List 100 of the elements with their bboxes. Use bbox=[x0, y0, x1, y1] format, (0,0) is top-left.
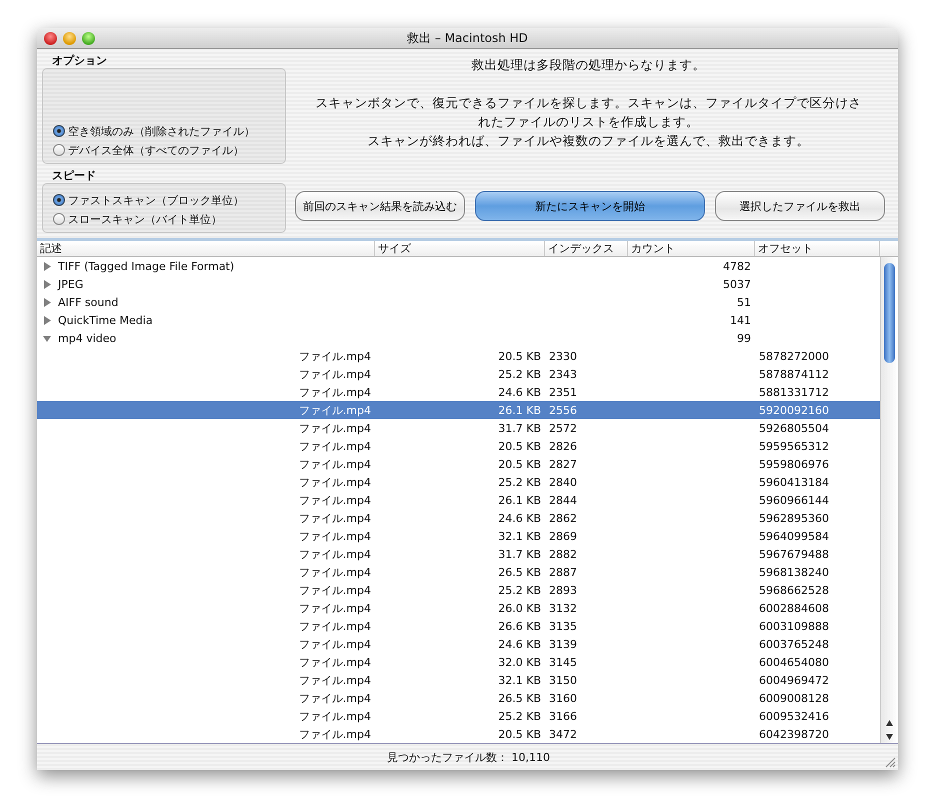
table-cell: 2893 bbox=[549, 584, 577, 596]
file-row[interactable]: ファイル.mp4 25.2 KB 2840 5960413184 bbox=[37, 473, 880, 491]
file-row[interactable]: ファイル.mp4 24.6 KB 2862 5962895360 bbox=[37, 509, 880, 527]
file-row[interactable]: ファイル.mp4 26.1 KB 2556 5920092160 bbox=[37, 401, 880, 419]
file-row[interactable]: ファイル.mp4 25.2 KB 2893 5968662528 bbox=[37, 581, 880, 599]
table-cell: 24.6 KB bbox=[498, 512, 541, 524]
window-title: 救出 – Macintosh HD bbox=[407, 30, 528, 46]
scroll-down-icon[interactable] bbox=[885, 733, 894, 741]
action-button[interactable]: 前回のスキャン結果を読み込む bbox=[295, 191, 465, 221]
file-row[interactable]: ファイル.mp4 26.5 KB 2887 5968138240 bbox=[37, 563, 880, 581]
table-cell: 6003109888 bbox=[759, 620, 829, 632]
table-cell: ファイル.mp4 bbox=[298, 384, 371, 400]
file-row[interactable]: ファイル.mp4 24.6 KB 2351 5881331712 bbox=[37, 383, 880, 401]
table-cell: 2862 bbox=[549, 512, 577, 524]
table-cell: 3160 bbox=[549, 692, 577, 704]
table-cell: ファイル.mp4 bbox=[298, 672, 371, 688]
file-row[interactable]: ファイル.mp4 31.7 KB 2572 5926805504 bbox=[37, 419, 880, 437]
file-row[interactable]: ファイル.mp4 20.5 KB 2826 5959565312 bbox=[37, 437, 880, 455]
disclosure-icon[interactable] bbox=[43, 316, 52, 324]
action-button[interactable]: 新たにスキャンを開始 bbox=[475, 191, 705, 221]
file-row[interactable]: ファイル.mp4 31.7 KB 2882 5967679488 bbox=[37, 545, 880, 563]
scroll-up-icon[interactable] bbox=[885, 719, 894, 727]
file-row[interactable]: ファイル.mp4 32.0 KB 3145 6004654080 bbox=[37, 653, 880, 671]
file-row[interactable]: ファイル.mp4 20.5 KB 2827 5959806976 bbox=[37, 455, 880, 473]
table-cell: 3135 bbox=[549, 620, 577, 632]
column-header[interactable]: サイズ bbox=[375, 241, 545, 256]
resize-grip-icon[interactable] bbox=[885, 757, 896, 768]
table-cell: ファイル.mp4 bbox=[298, 636, 371, 652]
table-cell: 25.2 KB bbox=[498, 368, 541, 380]
table-cell: 5878874112 bbox=[759, 368, 829, 380]
table-cell: 3139 bbox=[549, 638, 577, 650]
column-header[interactable]: 記述 bbox=[37, 241, 375, 256]
radio-option[interactable]: スロースキャン（バイト単位） bbox=[53, 211, 275, 227]
table-cell: ファイル.mp4 bbox=[298, 402, 371, 418]
table-cell: 25.2 KB bbox=[498, 710, 541, 722]
table-cell: 32.1 KB bbox=[498, 674, 541, 686]
disclosure-icon[interactable] bbox=[43, 334, 52, 342]
category-name: JPEG bbox=[58, 278, 84, 290]
zoom-button[interactable] bbox=[82, 32, 95, 44]
table-cell: 6004969472 bbox=[759, 674, 829, 686]
table-cell: ファイル.mp4 bbox=[298, 510, 371, 526]
table-cell: ファイル.mp4 bbox=[298, 600, 371, 616]
table-cell: 6002884608 bbox=[759, 602, 829, 614]
group-label: オプション bbox=[51, 53, 108, 68]
file-row[interactable]: ファイル.mp4 32.1 KB 2869 5964099584 bbox=[37, 527, 880, 545]
file-row[interactable]: ファイル.mp4 25.2 KB 3166 6009532416 bbox=[37, 707, 880, 725]
action-button[interactable]: 選択したファイルを救出 bbox=[715, 191, 885, 221]
table-cell: 31.7 KB bbox=[498, 422, 541, 434]
table-cell: ファイル.mp4 bbox=[298, 654, 371, 670]
scroll-thumb[interactable] bbox=[884, 263, 895, 363]
radio-option[interactable]: デバイス全体（すべてのファイル） bbox=[53, 142, 275, 158]
table-cell: 5959806976 bbox=[759, 458, 829, 470]
table-cell: 20.5 KB bbox=[498, 458, 541, 470]
table-cell: ファイル.mp4 bbox=[298, 726, 371, 742]
disclosure-icon[interactable] bbox=[43, 280, 52, 288]
file-row[interactable]: ファイル.mp4 32.1 KB 3150 6004969472 bbox=[37, 671, 880, 689]
intro-text: スキャンボタンで、復元できるファイルを探します。スキャンは、ファイルタイプで区分けされたファイルのリストを作成します。 bbox=[314, 94, 862, 131]
table-cell: 24.6 KB bbox=[498, 638, 541, 650]
table-cell: 3150 bbox=[549, 674, 577, 686]
table-cell: 5959565312 bbox=[759, 440, 829, 452]
column-header[interactable]: カウント bbox=[628, 241, 755, 256]
table-cell: ファイル.mp4 bbox=[298, 618, 371, 634]
table-cell: 20.5 KB bbox=[498, 350, 541, 362]
scrollbar[interactable] bbox=[880, 257, 898, 743]
table-cell: 2869 bbox=[549, 530, 577, 542]
column-header[interactable]: インデックス bbox=[545, 241, 628, 256]
category-name: mp4 video bbox=[58, 332, 116, 344]
file-row[interactable]: ファイル.mp4 20.5 KB 3472 6042398720 bbox=[37, 725, 880, 743]
file-row[interactable]: ファイル.mp4 26.6 KB 3135 6003109888 bbox=[37, 617, 880, 635]
table-cell: 5967679488 bbox=[759, 548, 829, 560]
minimize-button[interactable] bbox=[63, 32, 76, 44]
table-cell: 2343 bbox=[549, 368, 577, 380]
table-cell: 26.1 KB bbox=[498, 404, 541, 416]
file-row[interactable]: ファイル.mp4 20.5 KB 2330 5878272000 bbox=[37, 347, 880, 365]
close-button[interactable] bbox=[44, 32, 57, 44]
table-cell: 6009532416 bbox=[759, 710, 829, 722]
intro-text: スキャンが終われば、ファイルや複数のファイルを選んで、救出できます。 bbox=[366, 132, 810, 150]
table-cell: 25.2 KB bbox=[498, 476, 541, 488]
table-cell: ファイル.mp4 bbox=[298, 528, 371, 544]
table-cell: 2844 bbox=[549, 494, 577, 506]
table-cell: ファイル.mp4 bbox=[298, 492, 371, 508]
file-row[interactable]: ファイル.mp4 26.1 KB 2844 5960966144 bbox=[37, 491, 880, 509]
radio-option[interactable]: ファストスキャン（ブロック単位） bbox=[53, 192, 275, 208]
table-cell: 32.0 KB bbox=[498, 656, 541, 668]
disclosure-icon[interactable] bbox=[43, 298, 52, 306]
disclosure-icon[interactable] bbox=[43, 262, 52, 270]
table-cell: 5878272000 bbox=[759, 350, 829, 362]
table-cell: 2556 bbox=[549, 404, 577, 416]
file-row[interactable]: ファイル.mp4 26.5 KB 3160 6009008128 bbox=[37, 689, 880, 707]
radio-option[interactable]: 空き領域のみ（削除されたファイル） bbox=[53, 123, 275, 139]
column-header[interactable]: オフセット bbox=[755, 241, 880, 256]
table-cell: 3132 bbox=[549, 602, 577, 614]
category-name: AIFF sound bbox=[58, 296, 118, 308]
table-cell: ファイル.mp4 bbox=[298, 456, 371, 472]
file-row[interactable]: ファイル.mp4 25.2 KB 2343 5878874112 bbox=[37, 365, 880, 383]
table-cell: ファイル.mp4 bbox=[298, 348, 371, 364]
file-row[interactable]: ファイル.mp4 26.0 KB 3132 6002884608 bbox=[37, 599, 880, 617]
file-row[interactable]: ファイル.mp4 24.6 KB 3139 6003765248 bbox=[37, 635, 880, 653]
table-cell: 26.6 KB bbox=[498, 620, 541, 632]
table-cell: ファイル.mp4 bbox=[298, 420, 371, 436]
